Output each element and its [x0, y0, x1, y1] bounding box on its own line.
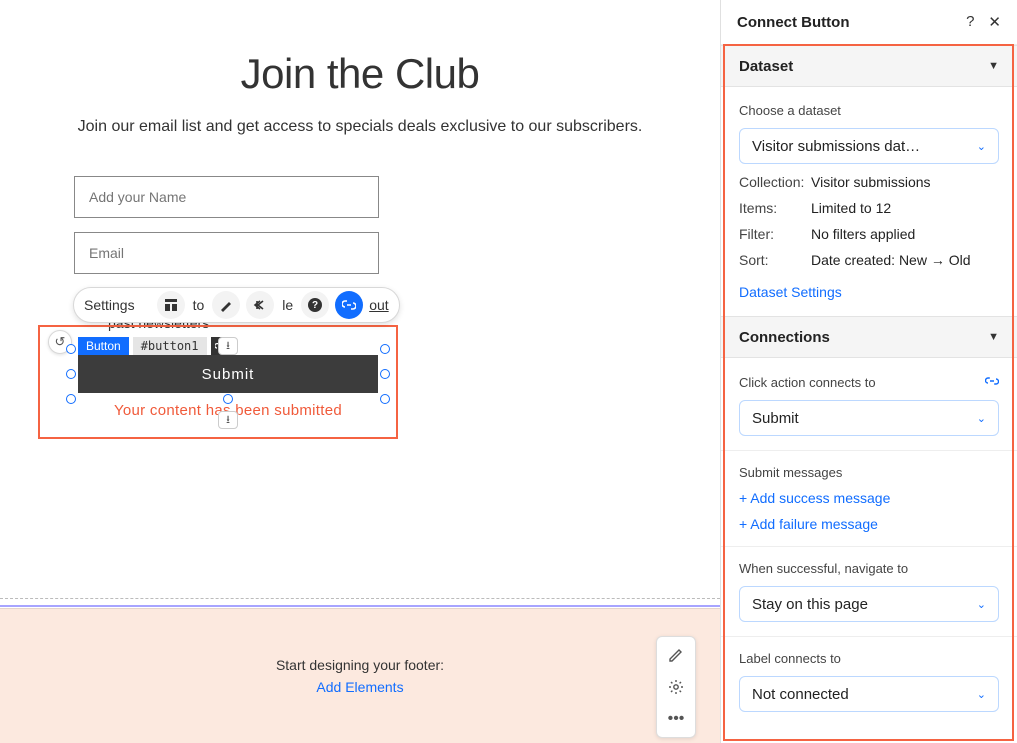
chevron-down-icon: ▼: [988, 60, 999, 72]
collection-key: Collection:: [739, 174, 811, 190]
connections-section-body: Click action connects to Submit ⌄ Submit…: [721, 358, 1017, 728]
footer-section[interactable]: Start designing your footer: Add Element…: [0, 608, 720, 743]
dataset-settings-link[interactable]: Dataset Settings: [739, 284, 999, 300]
panel-title: Connect Button: [737, 14, 849, 31]
filter-key: Filter:: [739, 226, 811, 242]
sort-value: Date created: New → Old: [811, 252, 971, 268]
label-connects-select[interactable]: Not connected ⌄: [739, 676, 999, 712]
connections-section-header[interactable]: Connections ▼: [721, 316, 1017, 358]
undo-icon[interactable]: ↺: [48, 330, 72, 354]
when-successful-label: When successful, navigate to: [739, 561, 999, 576]
close-icon[interactable]: ✕: [988, 13, 1001, 31]
more-icon[interactable]: •••: [662, 707, 690, 731]
svg-text:?: ?: [312, 300, 318, 311]
element-tag-row: Button #button1: [78, 337, 231, 355]
element-id-tag[interactable]: #button1: [133, 337, 207, 355]
help-icon[interactable]: ?: [966, 13, 974, 31]
choose-dataset-label: Choose a dataset: [739, 103, 999, 118]
when-successful-select[interactable]: Stay on this page ⌄: [739, 586, 999, 622]
items-key: Items:: [739, 200, 811, 216]
filter-value: No filters applied: [811, 226, 915, 242]
click-action-value: Submit: [752, 410, 799, 427]
link-icon[interactable]: [985, 374, 999, 390]
click-action-label: Click action connects to: [739, 375, 876, 390]
click-action-select[interactable]: Submit ⌄: [739, 400, 999, 436]
dataset-select[interactable]: Visitor submissions dat… ⌄: [739, 128, 999, 164]
add-elements-link[interactable]: Add Elements: [316, 679, 403, 695]
editor-canvas: Join the Club Join our email list and ge…: [0, 0, 720, 743]
connect-panel: Connect Button ? ✕ Dataset ▼ Choose a da…: [720, 0, 1017, 743]
canvas-side-tools: •••: [656, 636, 696, 738]
toolbar-fragment-to: to: [191, 297, 207, 313]
chevron-down-icon: ▼: [988, 331, 999, 343]
chevron-down-icon: ⌄: [977, 598, 986, 611]
submit-messages-label: Submit messages: [739, 465, 999, 480]
items-value: Limited to 12: [811, 200, 891, 216]
animation-icon[interactable]: [246, 291, 274, 319]
collection-value: Visitor submissions: [811, 174, 931, 190]
page-subtitle: Join our email list and get access to sp…: [0, 118, 720, 136]
chevron-down-icon: ⌄: [977, 140, 986, 153]
dataset-select-value: Visitor submissions dat…: [752, 138, 920, 155]
add-success-message-link[interactable]: + Add success message: [739, 490, 999, 506]
footer-text: Start designing your footer:: [276, 657, 444, 673]
section-title: Dataset: [739, 58, 793, 75]
submit-status-message: Your content has been submitted: [78, 402, 378, 419]
dataset-section-body: Choose a dataset Visitor submissions dat…: [721, 87, 1017, 316]
signup-form: [74, 176, 379, 288]
submit-button[interactable]: Submit: [78, 355, 378, 393]
toolbar-fragment-out[interactable]: out: [369, 297, 388, 313]
sort-key: Sort:: [739, 252, 811, 268]
when-successful-value: Stay on this page: [752, 596, 868, 613]
label-connects-label: Label connects to: [739, 651, 999, 666]
panel-header: Connect Button ? ✕: [721, 0, 1017, 45]
element-toolbar: Settings to le ? out: [73, 287, 400, 323]
dataset-section-header[interactable]: Dataset ▼: [721, 45, 1017, 87]
chevron-down-icon: ⌄: [977, 688, 986, 701]
design-icon[interactable]: [212, 291, 240, 319]
email-input[interactable]: [74, 232, 379, 274]
connect-data-icon[interactable]: [335, 291, 363, 319]
section-title: Connections: [739, 329, 830, 346]
toolbar-fragment-le: le: [280, 297, 295, 313]
layout-icon[interactable]: [157, 291, 185, 319]
element-data-icon[interactable]: [211, 337, 231, 355]
settings-button[interactable]: Settings: [84, 297, 135, 313]
name-input[interactable]: [74, 176, 379, 218]
element-type-tag[interactable]: Button: [78, 337, 129, 355]
chevron-down-icon: ⌄: [977, 412, 986, 425]
section-divider: [0, 598, 720, 599]
page-title: Join the Club: [0, 50, 720, 98]
edit-icon[interactable]: [662, 643, 690, 667]
label-connects-value: Not connected: [752, 686, 849, 703]
add-failure-message-link[interactable]: + Add failure message: [739, 516, 999, 532]
gear-icon[interactable]: [662, 675, 690, 699]
help-icon[interactable]: ?: [301, 291, 329, 319]
